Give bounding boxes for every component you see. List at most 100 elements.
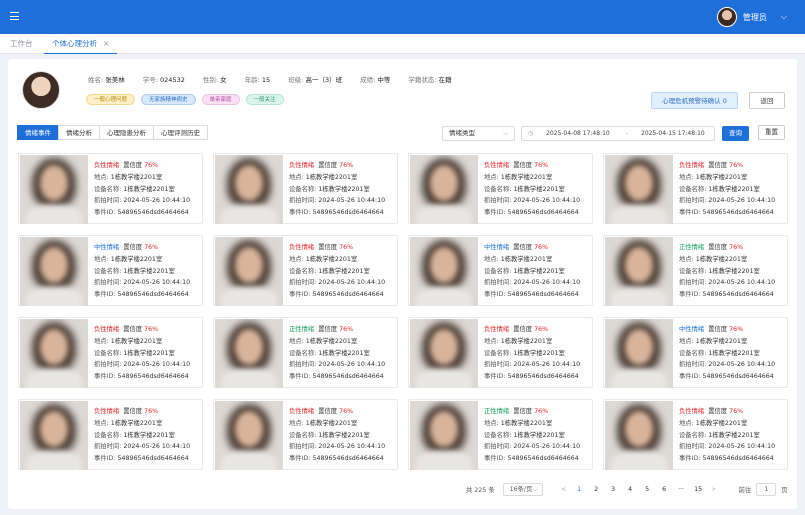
event-card[interactable]: 中性情绪 置信度 76% 地点: 1栋教学楼2201室 设备名称: 1栋教学楼2201…	[603, 317, 788, 388]
event-card[interactable]: 负性情绪 置信度 76% 地点: 1栋教学楼2201室 设备名称: 1栋教学楼2201…	[213, 399, 398, 470]
event-device-label: 设备名称:	[94, 267, 124, 275]
event-device-line: 设备名称: 1栋教学楼2201室	[289, 348, 385, 360]
event-location-line: 地点: 1栋教学楼2201室	[289, 418, 385, 430]
page-size-select[interactable]: 16条/页 ⌵	[502, 482, 543, 496]
event-emotion-line: 中性情绪 置信度 76%	[679, 324, 775, 336]
event-card[interactable]: 负性情绪 置信度 76% 地点: 1栋教学楼2201室 设备名称: 1栋教学楼2201…	[603, 399, 788, 470]
date-range-picker[interactable]: ◷ 2025-04-08 17:48:10 - 2025-04-15 17:48…	[521, 126, 715, 141]
event-card[interactable]: 负性情绪 置信度 76% 地点: 1栋教学楼2201室 设备名称: 1栋教学楼2201…	[408, 317, 593, 388]
event-device-line: 设备名称: 1栋教学楼2201室	[94, 348, 190, 360]
page-number[interactable]: 6	[656, 486, 673, 493]
event-time-label: 抓拍时间:	[289, 279, 319, 287]
event-card[interactable]: 负性情绪 置信度 76% 地点: 1栋教学楼2201室 设备名称: 1栋教学楼2201…	[18, 317, 203, 388]
tab-analysis-3[interactable]: 心理评测历史	[153, 125, 208, 140]
snapshot-photo	[410, 237, 478, 306]
event-card[interactable]: 负性情绪 置信度 76% 地点: 1栋教学楼2201室 设备名称: 1栋教学楼2201…	[18, 399, 203, 470]
event-time-label: 抓拍时间:	[484, 361, 514, 369]
page-number[interactable]: 1	[571, 486, 588, 493]
user-name: 管理员	[742, 12, 767, 22]
event-device-line: 设备名称: 1栋教学楼2201室	[94, 184, 190, 196]
emotion-type-select[interactable]: 情绪类型 ⌵	[442, 126, 515, 141]
event-event_id-line: 事件ID: 54896546dsd6464664	[679, 371, 775, 383]
event-event_id-label: 事件ID:	[289, 455, 313, 463]
crisis-alert-button[interactable]: 心理危机预警待确认 0	[651, 92, 738, 109]
event-location-line: 地点: 1栋教学楼2201室	[289, 254, 385, 266]
event-emotion-line: 负性情绪 置信度 76%	[94, 160, 190, 172]
tab-analysis-0[interactable]: 情绪事件	[17, 125, 59, 140]
profile-field-label: 年龄:	[244, 76, 262, 84]
event-time-label: 抓拍时间:	[289, 443, 319, 451]
next-page-button[interactable]: >	[707, 486, 721, 493]
page-number[interactable]: 4	[622, 486, 639, 493]
event-card[interactable]: 负性情绪 置信度 76% 地点: 1栋教学楼2201室 设备名称: 1栋教学楼2201…	[213, 235, 398, 306]
photo-face	[625, 247, 653, 283]
event-location-value: 1栋教学楼2201室	[695, 255, 748, 263]
page-number[interactable]: 15	[690, 486, 707, 493]
event-device-label: 设备名称:	[679, 267, 709, 275]
event-card[interactable]: 中性情绪 置信度 76% 地点: 1栋教学楼2201室 设备名称: 1栋教学楼2201…	[408, 235, 593, 306]
tab-analysis-2[interactable]: 心理隐患分析	[99, 125, 154, 140]
event-time-value: 2024-05-26 10:44:10	[318, 443, 386, 451]
date-end[interactable]: 2025-04-15 17:48:10	[641, 127, 705, 140]
event-location-label: 地点:	[94, 337, 111, 345]
page-unit: 页	[781, 486, 788, 494]
event-time-label: 抓拍时间:	[94, 361, 124, 369]
page-number[interactable]: 5	[639, 486, 656, 493]
query-button[interactable]: 查询	[722, 126, 749, 141]
event-device-value: 1栋教学楼2201室	[708, 185, 760, 193]
event-card[interactable]: 正性情绪 置信度 76% 地点: 1栋教学楼2201室 设备名称: 1栋教学楼2201…	[213, 317, 398, 388]
profile-field-label: 成绩:	[360, 76, 378, 84]
event-details: 负性情绪 置信度 76% 地点: 1栋教学楼2201室 设备名称: 1栋教学楼2201…	[94, 406, 190, 465]
event-event_id-value: 54896546dsd6464664	[117, 373, 189, 381]
event-location-line: 地点: 1栋教学楼2201室	[94, 336, 190, 348]
confidence-value: 76%	[729, 326, 744, 333]
event-card[interactable]: 正性情绪 置信度 76% 地点: 1栋教学楼2201室 设备名称: 1栋教学楼2201…	[408, 399, 593, 470]
event-card[interactable]: 中性情绪 置信度 76% 地点: 1栋教学楼2201室 设备名称: 1栋教学楼2201…	[18, 235, 203, 306]
user-menu[interactable]: 管理员 ⌵	[716, 7, 787, 27]
confidence-label: 置信度	[708, 408, 730, 415]
profile-field-value: 张美林	[105, 76, 125, 84]
emotion-type: 负性情绪	[94, 408, 120, 415]
snapshot-photo	[20, 401, 88, 470]
photo-body	[26, 369, 82, 388]
event-time-line: 抓拍时间: 2024-05-26 10:44:10	[679, 359, 775, 371]
tab-workbench[interactable]: 工作台	[10, 34, 33, 54]
photo-body	[611, 205, 667, 224]
tab-analysis-1[interactable]: 情绪分析	[58, 125, 100, 140]
event-event_id-label: 事件ID:	[484, 373, 508, 381]
event-time-label: 抓拍时间:	[289, 361, 319, 369]
event-card[interactable]: 正性情绪 置信度 76% 地点: 1栋教学楼2201室 设备名称: 1栋教学楼2201…	[603, 235, 788, 306]
student-tags: 一般心理问题 无家族精神病史 单亲家庭 一般关注	[86, 94, 290, 105]
photo-face	[40, 165, 68, 201]
photo-body	[611, 451, 667, 470]
page-number[interactable]: 2	[588, 486, 605, 493]
confidence-label: 置信度	[123, 244, 145, 251]
event-event_id-line: 事件ID: 54896546dsd6464664	[289, 371, 385, 383]
close-icon[interactable]: ×	[103, 39, 109, 48]
event-event_id-label: 事件ID:	[94, 455, 118, 463]
event-location-value: 1栋教学楼2201室	[305, 173, 358, 181]
page-number[interactable]: 3	[605, 486, 622, 493]
tab-individual-analysis[interactable]: 个体心理分析 ×	[44, 34, 118, 54]
event-card[interactable]: 负性情绪 置信度 76% 地点: 1栋教学楼2201室 设备名称: 1栋教学楼2201…	[213, 153, 398, 224]
event-card[interactable]: 负性情绪 置信度 76% 地点: 1栋教学楼2201室 设备名称: 1栋教学楼2201…	[408, 153, 593, 224]
event-card[interactable]: 负性情绪 置信度 76% 地点: 1栋教学楼2201室 设备名称: 1栋教学楼2201…	[18, 153, 203, 224]
back-button[interactable]: 返回	[749, 92, 785, 109]
event-details: 正性情绪 置信度 76% 地点: 1栋教学楼2201室 设备名称: 1栋教学楼2201…	[484, 406, 580, 465]
event-emotion-line: 负性情绪 置信度 76%	[289, 406, 385, 418]
date-start[interactable]: 2025-04-08 17:48:10	[546, 127, 610, 140]
event-event_id-line: 事件ID: 54896546dsd6464664	[484, 371, 580, 383]
event-event_id-line: 事件ID: 54896546dsd6464664	[289, 207, 385, 219]
event-location-label: 地点:	[289, 173, 306, 181]
event-time-line: 抓拍时间: 2024-05-26 10:44:10	[484, 277, 580, 289]
snapshot-photo	[410, 401, 478, 470]
event-location-label: 地点:	[94, 255, 111, 263]
reset-button[interactable]: 重置	[758, 125, 785, 140]
event-event_id-label: 事件ID:	[94, 373, 118, 381]
event-card[interactable]: 负性情绪 置信度 76% 地点: 1栋教学楼2201室 设备名称: 1栋教学楼2201…	[603, 153, 788, 224]
event-time-value: 2024-05-26 10:44:10	[123, 361, 191, 369]
event-device-label: 设备名称:	[289, 267, 319, 275]
goto-page-input[interactable]: 1	[756, 482, 777, 496]
prev-page-button[interactable]: <	[557, 486, 571, 493]
menu-icon[interactable]	[10, 12, 19, 20]
